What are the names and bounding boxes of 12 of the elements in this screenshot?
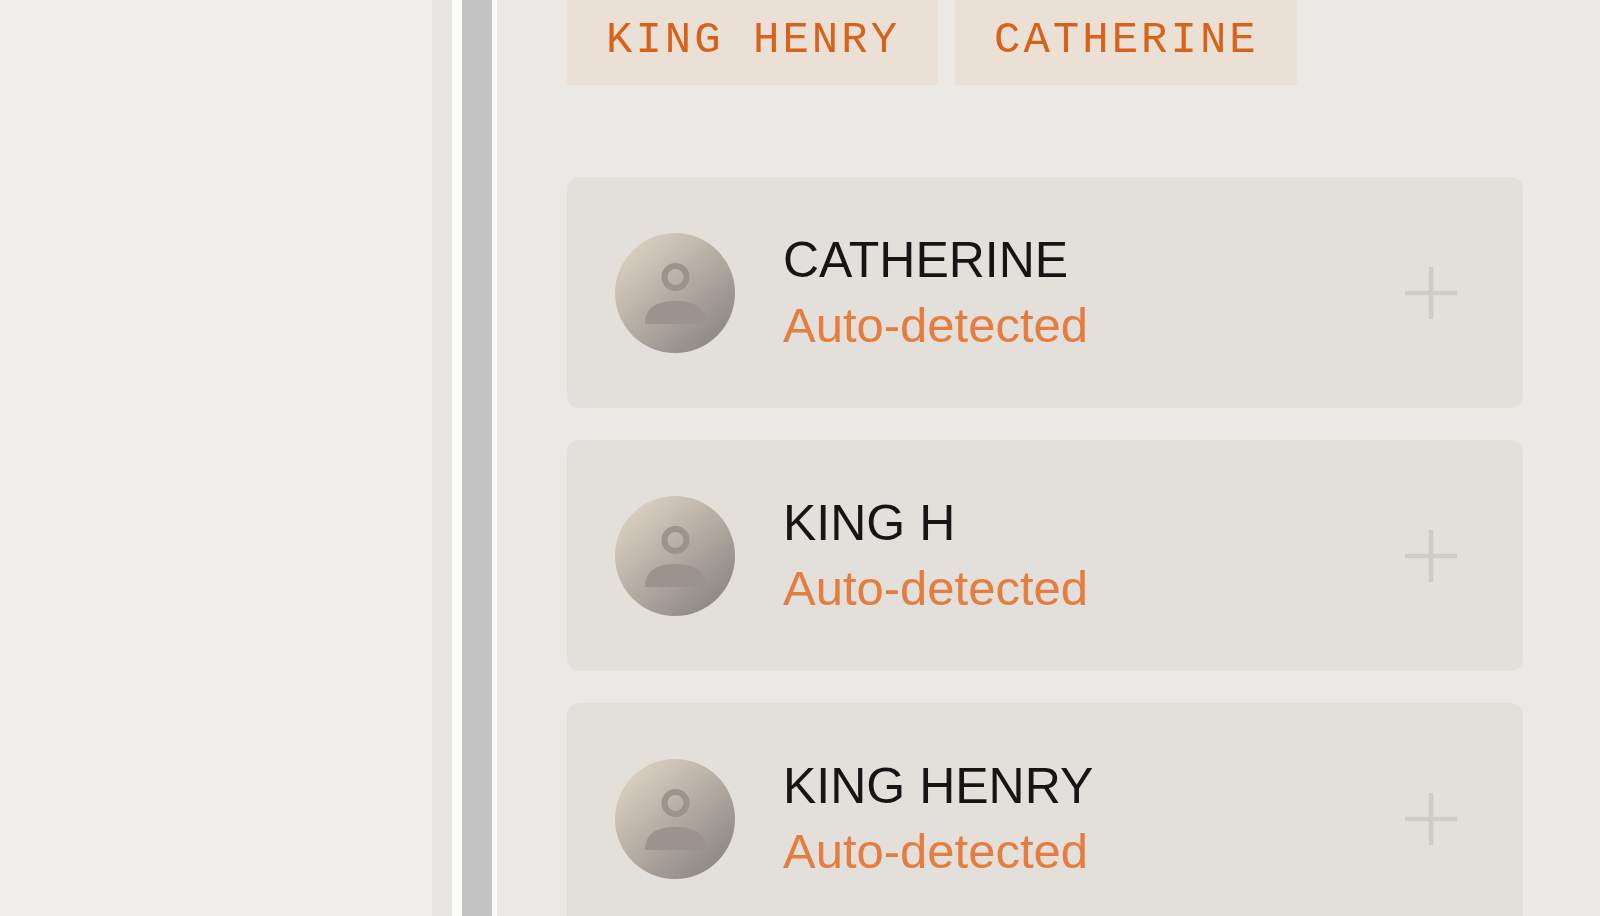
character-name: KING HENRY <box>783 756 1094 816</box>
character-name: CATHERINE <box>783 230 1069 290</box>
avatar-icon <box>615 495 735 616</box>
avatar-icon <box>615 232 735 353</box>
avatar-icon <box>615 758 735 879</box>
detection-status: Auto-detected <box>783 822 1089 880</box>
detection-status: Auto-detected <box>783 559 1089 617</box>
splitter-handle[interactable] <box>432 0 497 916</box>
character-tag[interactable]: KING HENRY <box>567 0 939 85</box>
character-tag[interactable]: CATHERINE <box>955 0 1297 85</box>
character-name: KING H <box>783 493 956 553</box>
detection-status: Auto-detected <box>783 296 1089 354</box>
